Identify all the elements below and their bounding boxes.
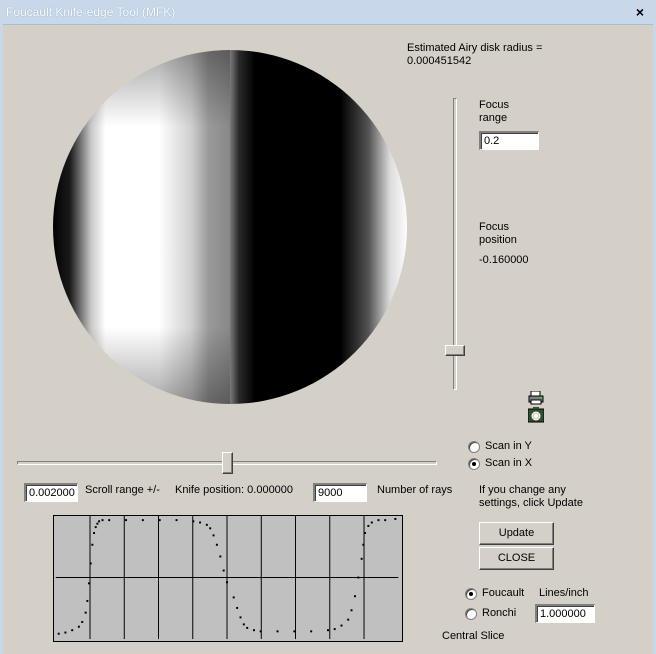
scan-y-label: Scan in Y — [485, 440, 532, 452]
scroll-range-label: Scroll range +/- — [85, 484, 160, 496]
slice-data-point — [219, 555, 222, 558]
slice-data-point — [125, 519, 128, 522]
slice-data-point — [215, 543, 218, 546]
slice-data-point — [86, 599, 89, 602]
slice-data-point — [89, 562, 92, 565]
update-notice-line1: If you change any — [479, 484, 566, 496]
foucault-label: Foucault — [482, 587, 525, 599]
window-frame-left — [0, 24, 3, 654]
lines-per-inch-input[interactable]: 1.000000 — [535, 604, 595, 623]
slice-data-point — [362, 543, 365, 546]
central-slice-plot — [53, 515, 403, 642]
focus-slider-thumb[interactable] — [445, 345, 465, 356]
focus-range-label-line2: range — [479, 112, 508, 124]
slice-data-point — [384, 519, 387, 522]
slice-data-point — [353, 595, 356, 598]
slice-data-point — [239, 616, 242, 619]
slice-data-point — [367, 524, 370, 527]
slice-data-point — [226, 581, 228, 584]
central-slice-label: Central Slice — [442, 630, 505, 642]
window-title: Foucault Knife-edge Tool (MFK) — [6, 5, 176, 19]
scroll-range-input[interactable]: 0.002000 — [24, 483, 78, 502]
slice-data-point — [347, 618, 350, 621]
printer-icon[interactable] — [528, 391, 544, 405]
slice-data-point — [333, 628, 336, 631]
slice-data-point — [91, 543, 94, 546]
slice-data-point — [222, 569, 225, 572]
slice-data-point — [108, 519, 111, 522]
foucault-image — [53, 50, 407, 404]
foucault-radio[interactable] — [465, 588, 477, 600]
focus-position-value: -0.160000 — [479, 254, 529, 266]
slice-data-point — [192, 520, 195, 523]
knife-position-readout: Knife position: 0.000000 — [175, 484, 294, 496]
number-of-rays-label: Number of rays — [377, 484, 453, 496]
slice-data-point — [232, 596, 235, 599]
slice-data-point — [310, 630, 313, 633]
focus-position-label-line2: position — [479, 234, 517, 246]
slice-data-point — [101, 519, 104, 522]
scan-y-radio[interactable] — [468, 441, 480, 453]
close-button[interactable]: CLOSE — [479, 547, 554, 570]
slice-data-point — [364, 532, 366, 535]
lines-per-inch-label: Lines/inch — [539, 587, 589, 599]
slice-data-point — [94, 526, 97, 529]
slice-data-point — [276, 630, 279, 633]
slice-data-point — [81, 621, 84, 623]
slice-data-point — [370, 521, 373, 524]
knife-slider-thumb[interactable] — [222, 452, 233, 474]
slice-data-point — [205, 523, 208, 526]
slice-data-point — [93, 532, 96, 535]
slice-data-point — [360, 557, 363, 560]
slice-data-point — [57, 632, 60, 635]
knife-position-slider[interactable] — [17, 452, 437, 474]
slice-data-point — [293, 630, 296, 633]
slice-data-point — [246, 626, 249, 629]
slice-data-point — [259, 630, 262, 633]
update-button[interactable]: Update — [479, 522, 554, 545]
focus-range-input[interactable]: 0.2 — [479, 131, 539, 150]
focus-slider[interactable] — [445, 98, 465, 390]
slice-data-point — [96, 522, 99, 525]
slice-data-point — [175, 519, 178, 522]
slice-data-point — [340, 624, 343, 627]
ronchi-label: Ronchi — [482, 607, 517, 619]
slice-data-point — [77, 625, 80, 628]
slice-data-point — [158, 519, 161, 522]
slice-data-point — [141, 519, 144, 522]
slice-data-point — [350, 609, 353, 612]
scan-x-radio[interactable] — [468, 458, 480, 470]
slice-data-point — [84, 611, 87, 614]
number-of-rays-input[interactable]: 9000 — [313, 483, 367, 502]
ronchi-radio[interactable] — [465, 608, 477, 620]
slice-data-point — [327, 629, 329, 632]
close-window-icon[interactable]: × — [630, 3, 650, 21]
scan-x-label: Scan in X — [485, 457, 533, 469]
slice-data-point — [209, 527, 212, 530]
update-notice-line2: settings, click Update — [479, 497, 583, 509]
slice-data-point — [64, 631, 67, 634]
slice-data-point — [242, 623, 245, 626]
airy-radius-label: Estimated Airy disk radius = — [407, 42, 543, 54]
slice-data-point — [394, 517, 397, 520]
slice-data-point — [199, 521, 202, 524]
slice-data-point — [88, 582, 91, 585]
focus-range-label-line1: Focus — [479, 99, 509, 111]
slice-data-point — [377, 519, 380, 522]
slice-data-point — [98, 520, 101, 523]
title-bar: Foucault Knife-edge Tool (MFK) × — [0, 0, 656, 25]
focus-position-label-line1: Focus — [479, 221, 509, 233]
camera-icon[interactable] — [528, 407, 544, 423]
airy-radius-value: 0.000451542 — [407, 55, 472, 67]
slice-data-point — [357, 576, 360, 579]
slice-data-point — [71, 629, 74, 632]
slice-data-point — [236, 606, 239, 609]
slice-data-point — [212, 534, 215, 537]
slice-data-point — [253, 629, 255, 632]
